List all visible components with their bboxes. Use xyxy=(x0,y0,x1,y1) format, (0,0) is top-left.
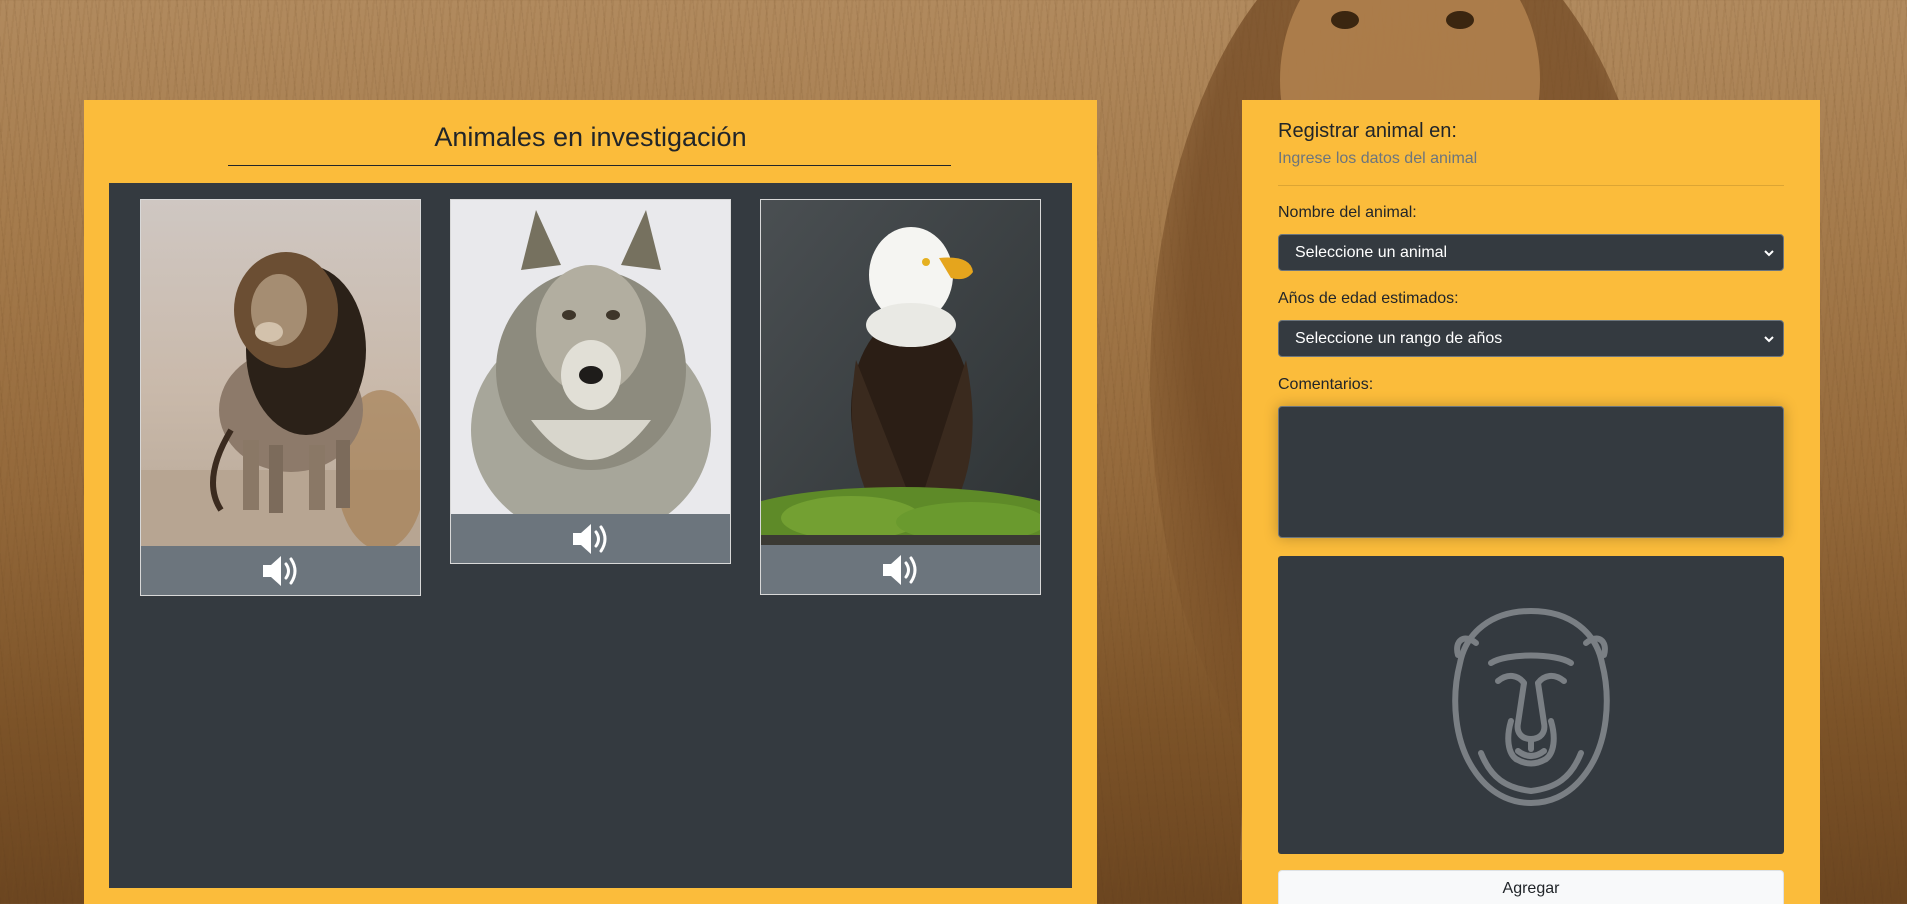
animal-preview xyxy=(1278,556,1784,854)
animal-card-eagle[interactable] xyxy=(760,199,1041,595)
research-animals-panel: Animales en investigación xyxy=(84,100,1097,904)
lion-outline-icon xyxy=(1452,608,1610,806)
title-underline xyxy=(228,165,951,166)
chevron-down-icon xyxy=(1764,250,1774,257)
lion-sound-button[interactable] xyxy=(141,546,420,595)
animal-select[interactable]: Seleccione un animal xyxy=(1278,234,1784,271)
speaker-icon xyxy=(882,554,916,585)
eagle-photo[interactable] xyxy=(761,200,1040,545)
wolf-photo[interactable] xyxy=(451,200,730,514)
animal-gallery xyxy=(109,183,1072,888)
speaker-icon xyxy=(262,555,296,586)
age-label: Años de edad estimados: xyxy=(1278,290,1459,307)
eagle-sound-button[interactable] xyxy=(761,545,1040,594)
comments-label: Comentarios: xyxy=(1278,376,1374,393)
lion-photo[interactable] xyxy=(141,200,420,546)
speaker-icon xyxy=(572,523,606,554)
animal-card-lion[interactable] xyxy=(140,199,421,596)
age-select-value: Seleccione un rango de años xyxy=(1295,329,1503,347)
form-title: Registrar animal en: xyxy=(1278,120,1457,142)
animal-card-wolf[interactable] xyxy=(450,199,731,564)
wolf-sound-button[interactable] xyxy=(451,514,730,563)
form-divider xyxy=(1278,185,1784,186)
age-select[interactable]: Seleccione un rango de años xyxy=(1278,320,1784,357)
gallery-title: Animales en investigación xyxy=(434,122,747,152)
animal-name-label: Nombre del animal: xyxy=(1278,204,1417,221)
form-subtitle: Ingrese los datos del animal xyxy=(1278,150,1478,167)
register-animal-panel: Registrar animal en: Ingrese los datos d… xyxy=(1242,100,1820,904)
animal-select-value: Seleccione un animal xyxy=(1295,243,1448,261)
chevron-down-icon xyxy=(1764,336,1774,343)
add-button[interactable]: Agregar xyxy=(1278,870,1784,904)
comments-textarea[interactable] xyxy=(1278,406,1784,538)
